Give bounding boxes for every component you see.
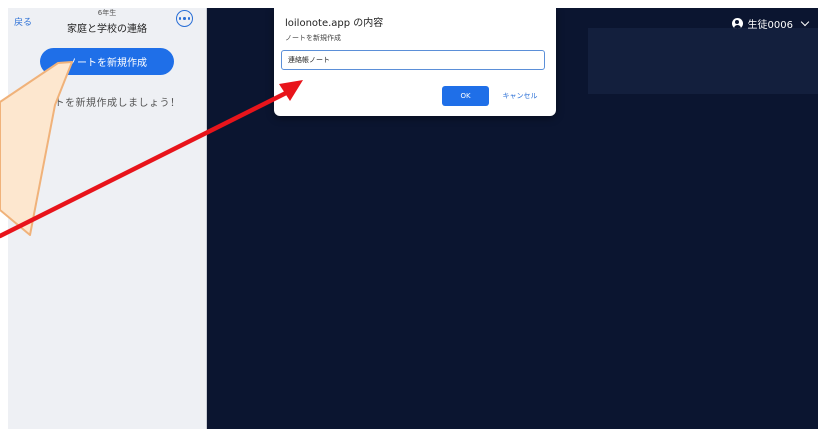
note-name-input[interactable] [281,50,545,70]
ok-button[interactable]: OK [442,86,489,106]
user-name: 生徒0006 [747,20,793,31]
prompt-dialog: loilonote.app の内容 ノートを新規作成 OK キャンセル [274,8,556,116]
more-options-icon[interactable] [176,10,193,27]
chevron-down-icon [800,17,810,27]
empty-hint: ノートを新規作成しましょう！ [33,98,181,109]
sidebar: 戻る 6年生 家庭と学校の連絡 ノートを新規作成 ノートを新規作成しましょう！ [8,8,207,429]
user-menu[interactable]: 生徒0006 [731,16,810,31]
app-window: 戻る 6年生 家庭と学校の連絡 ノートを新規作成 ノートを新規作成しましょう！ … [8,8,818,429]
user-icon [731,18,743,29]
dialog-message: ノートを新規作成 [285,34,341,42]
dialog-title: loilonote.app の内容 [285,18,384,29]
create-note-button[interactable]: ノートを新規作成 [40,48,174,75]
cancel-button[interactable]: キャンセル [495,86,545,106]
dimmed-panel [588,28,818,94]
